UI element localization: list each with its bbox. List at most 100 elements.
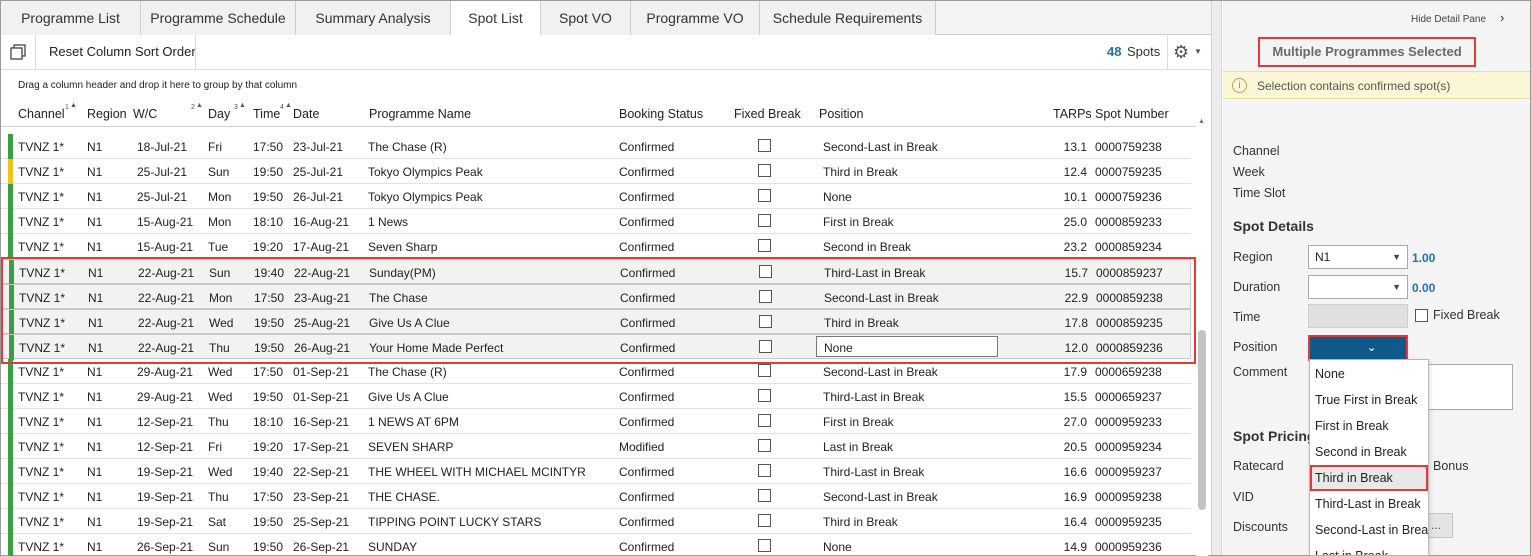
fixed-break-checkbox[interactable] bbox=[758, 364, 771, 377]
cell-position[interactable]: Third-Last in Break bbox=[824, 266, 925, 280]
group-panel-hint[interactable]: Drag a column header and drop it here to… bbox=[18, 80, 297, 91]
fixed-break-checkbox[interactable] bbox=[758, 389, 771, 402]
region-select[interactable]: N1 ▼ bbox=[1308, 245, 1408, 269]
tab-programme-list[interactable]: Programme List bbox=[1, 1, 141, 35]
fixed-break-checkbox[interactable] bbox=[758, 139, 771, 152]
scroll-up-icon[interactable]: ▲ bbox=[1198, 118, 1205, 125]
position-option[interactable]: Last in Break bbox=[1310, 543, 1428, 555]
cell-position[interactable]: First in Break bbox=[823, 415, 894, 429]
position-option[interactable]: Third-Last in Break bbox=[1310, 491, 1428, 517]
cell-position[interactable]: Second-Last in Break bbox=[824, 291, 939, 305]
tab-schedule-requirements[interactable]: Schedule Requirements bbox=[760, 1, 936, 35]
table-row[interactable]: TVNZ 1* N1 25-Jul-21 Mon 19:50 26-Jul-21 Tokyo… bbox=[1, 184, 1191, 209]
table-row[interactable]: TVNZ 1* N1 19-Sep-21 Thu 17:50 23-Sep-21 THE C… bbox=[1, 484, 1191, 509]
toolbar-divider bbox=[195, 35, 196, 69]
fixed-break-checkbox[interactable] bbox=[759, 290, 772, 303]
fixed-break-checkbox[interactable] bbox=[1415, 309, 1428, 322]
col-channel[interactable]: Channel bbox=[18, 107, 65, 121]
position-option[interactable]: Second-Last in Break bbox=[1310, 517, 1428, 543]
fixed-break-checkbox[interactable] bbox=[759, 265, 772, 278]
cell-position[interactable]: Second in Break bbox=[823, 240, 911, 254]
col-wc[interactable]: W/C bbox=[133, 107, 157, 121]
table-row[interactable]: TVNZ 1* N1 29-Aug-21 Wed 17:50 01-Sep-21 The C… bbox=[1, 359, 1191, 384]
gear-icon[interactable]: ⚙ bbox=[1173, 42, 1189, 63]
cell-position[interactable]: Third in Break bbox=[824, 316, 899, 330]
table-row[interactable]: TVNZ 1* N1 29-Aug-21 Wed 19:50 01-Sep-21 Give … bbox=[1, 384, 1191, 409]
fixed-break-checkbox[interactable] bbox=[758, 464, 771, 477]
chevron-down-icon[interactable]: ▼ bbox=[1194, 47, 1202, 56]
fixed-break-checkbox[interactable] bbox=[758, 489, 771, 502]
tab-summary-analysis[interactable]: Summary Analysis bbox=[296, 1, 451, 35]
position-option[interactable]: True First in Break bbox=[1310, 387, 1428, 413]
table-row[interactable]: TVNZ 1* N1 25-Jul-21 Sun 19:50 25-Jul-21 Tokyo… bbox=[1, 159, 1191, 184]
tab-spot-vo[interactable]: Spot VO bbox=[541, 1, 631, 35]
position-option[interactable]: First in Break bbox=[1310, 413, 1428, 439]
position-option[interactable]: None bbox=[1310, 361, 1428, 387]
reset-sort-button[interactable]: Reset Column Sort Order bbox=[49, 44, 196, 59]
comment-textarea[interactable] bbox=[1419, 364, 1513, 410]
fixed-break-checkbox[interactable] bbox=[759, 340, 772, 353]
cell-position[interactable]: Third-Last in Break bbox=[823, 390, 924, 404]
cell-position[interactable]: None bbox=[823, 190, 852, 204]
fixed-break-checkbox[interactable] bbox=[758, 539, 771, 552]
fixed-break-checkbox[interactable] bbox=[759, 315, 772, 328]
cell-position[interactable]: Third-Last in Break bbox=[823, 465, 924, 479]
copy-icon[interactable] bbox=[9, 43, 27, 61]
table-row[interactable]: TVNZ 1* N1 15-Aug-21 Mon 18:10 16-Aug-21 1 New… bbox=[1, 209, 1191, 234]
cell-position[interactable]: Third in Break bbox=[823, 165, 898, 179]
position-option[interactable]: Second in Break bbox=[1310, 439, 1428, 465]
fixed-break-checkbox[interactable] bbox=[758, 189, 771, 202]
col-fixed-break[interactable]: Fixed Break bbox=[734, 107, 801, 121]
time-label: Time bbox=[1233, 310, 1261, 324]
cell-position[interactable]: Second-Last in Break bbox=[823, 365, 938, 379]
cell-position[interactable]: First in Break bbox=[823, 215, 894, 229]
chevron-right-icon[interactable]: › bbox=[1500, 10, 1504, 25]
cell-programme: Tokyo Olympics Peak bbox=[368, 165, 483, 179]
table-row[interactable]: TVNZ 1* N1 19-Sep-21 Wed 19:40 22-Sep-21 THE W… bbox=[1, 459, 1191, 484]
table-row[interactable]: TVNZ 1* N1 22-Aug-21 Thu 19:50 26-Aug-21 Your … bbox=[1, 334, 1191, 360]
hide-detail-pane-link[interactable]: Hide Detail Pane bbox=[1411, 14, 1486, 25]
duration-select[interactable]: ▼ bbox=[1308, 275, 1408, 299]
pane-splitter[interactable] bbox=[1211, 1, 1222, 555]
col-day[interactable]: Day bbox=[208, 107, 230, 121]
cell-wc: 22-Aug-21 bbox=[138, 341, 195, 355]
fixed-break-checkbox[interactable] bbox=[758, 214, 771, 227]
fixed-break-checkbox[interactable] bbox=[758, 514, 771, 527]
table-row[interactable]: TVNZ 1* N1 26-Sep-21 Sun 19:50 26-Sep-21 SUNDA… bbox=[1, 534, 1191, 556]
cell-position[interactable]: Second-Last in Break bbox=[823, 140, 938, 154]
table-row[interactable]: TVNZ 1* N1 22-Aug-21 Mon 17:50 23-Aug-21 The C… bbox=[1, 284, 1191, 310]
table-row[interactable]: TVNZ 1* N1 12-Sep-21 Fri 19:20 17-Sep-21 SEVEN… bbox=[1, 434, 1191, 459]
position-option[interactable]: Third in Break bbox=[1310, 465, 1428, 491]
col-region[interactable]: Region bbox=[87, 107, 127, 121]
cell-position[interactable]: None bbox=[824, 341, 853, 355]
table-row[interactable]: TVNZ 1* N1 15-Aug-21 Tue 19:20 17-Aug-21 Seven… bbox=[1, 234, 1191, 259]
col-time[interactable]: Time bbox=[253, 107, 280, 121]
fixed-break-checkbox[interactable] bbox=[758, 164, 771, 177]
position-dropdown[interactable]: ⌄ bbox=[1308, 335, 1408, 361]
col-tarps[interactable]: TARPs bbox=[1053, 107, 1092, 121]
table-row[interactable]: TVNZ 1* N1 19-Sep-21 Sat 19:50 25-Sep-21 TIPPI… bbox=[1, 509, 1191, 534]
col-spot-number[interactable]: Spot Number bbox=[1095, 107, 1169, 121]
scrollbar-thumb[interactable] bbox=[1198, 330, 1206, 510]
col-booking-status[interactable]: Booking Status bbox=[619, 107, 703, 121]
table-row[interactable]: TVNZ 1* N1 22-Aug-21 Wed 19:50 25-Aug-21 Give … bbox=[1, 309, 1191, 335]
cell-spot-number: 0000959233 bbox=[1095, 415, 1162, 429]
cell-channel: TVNZ 1* bbox=[18, 165, 65, 179]
fixed-break-checkbox[interactable] bbox=[758, 439, 771, 452]
cell-position[interactable]: Second-Last in Break bbox=[823, 490, 938, 504]
col-date[interactable]: Date bbox=[293, 107, 319, 121]
fixed-break-checkbox[interactable] bbox=[758, 414, 771, 427]
cell-position[interactable]: None bbox=[823, 540, 852, 554]
tab-spot-list[interactable]: Spot List bbox=[451, 1, 541, 35]
fixed-break-checkbox[interactable] bbox=[758, 239, 771, 252]
cell-position[interactable]: Last in Break bbox=[823, 440, 893, 454]
cell-position[interactable]: Third in Break bbox=[823, 515, 898, 529]
tab-programme-vo[interactable]: Programme VO bbox=[631, 1, 760, 35]
cell-booking-status: Confirmed bbox=[619, 490, 675, 504]
table-row[interactable]: TVNZ 1* N1 18-Jul-21 Fri 17:50 23-Jul-21 The C… bbox=[1, 134, 1191, 159]
table-row[interactable]: TVNZ 1* N1 22-Aug-21 Sun 19:40 22-Aug-21 Sunda… bbox=[1, 259, 1191, 285]
col-programme[interactable]: Programme Name bbox=[369, 107, 471, 121]
col-position[interactable]: Position bbox=[819, 107, 863, 121]
table-row[interactable]: TVNZ 1* N1 12-Sep-21 Thu 18:10 16-Sep-21 1 NEW… bbox=[1, 409, 1191, 434]
tab-programme-schedule[interactable]: Programme Schedule bbox=[141, 1, 296, 35]
